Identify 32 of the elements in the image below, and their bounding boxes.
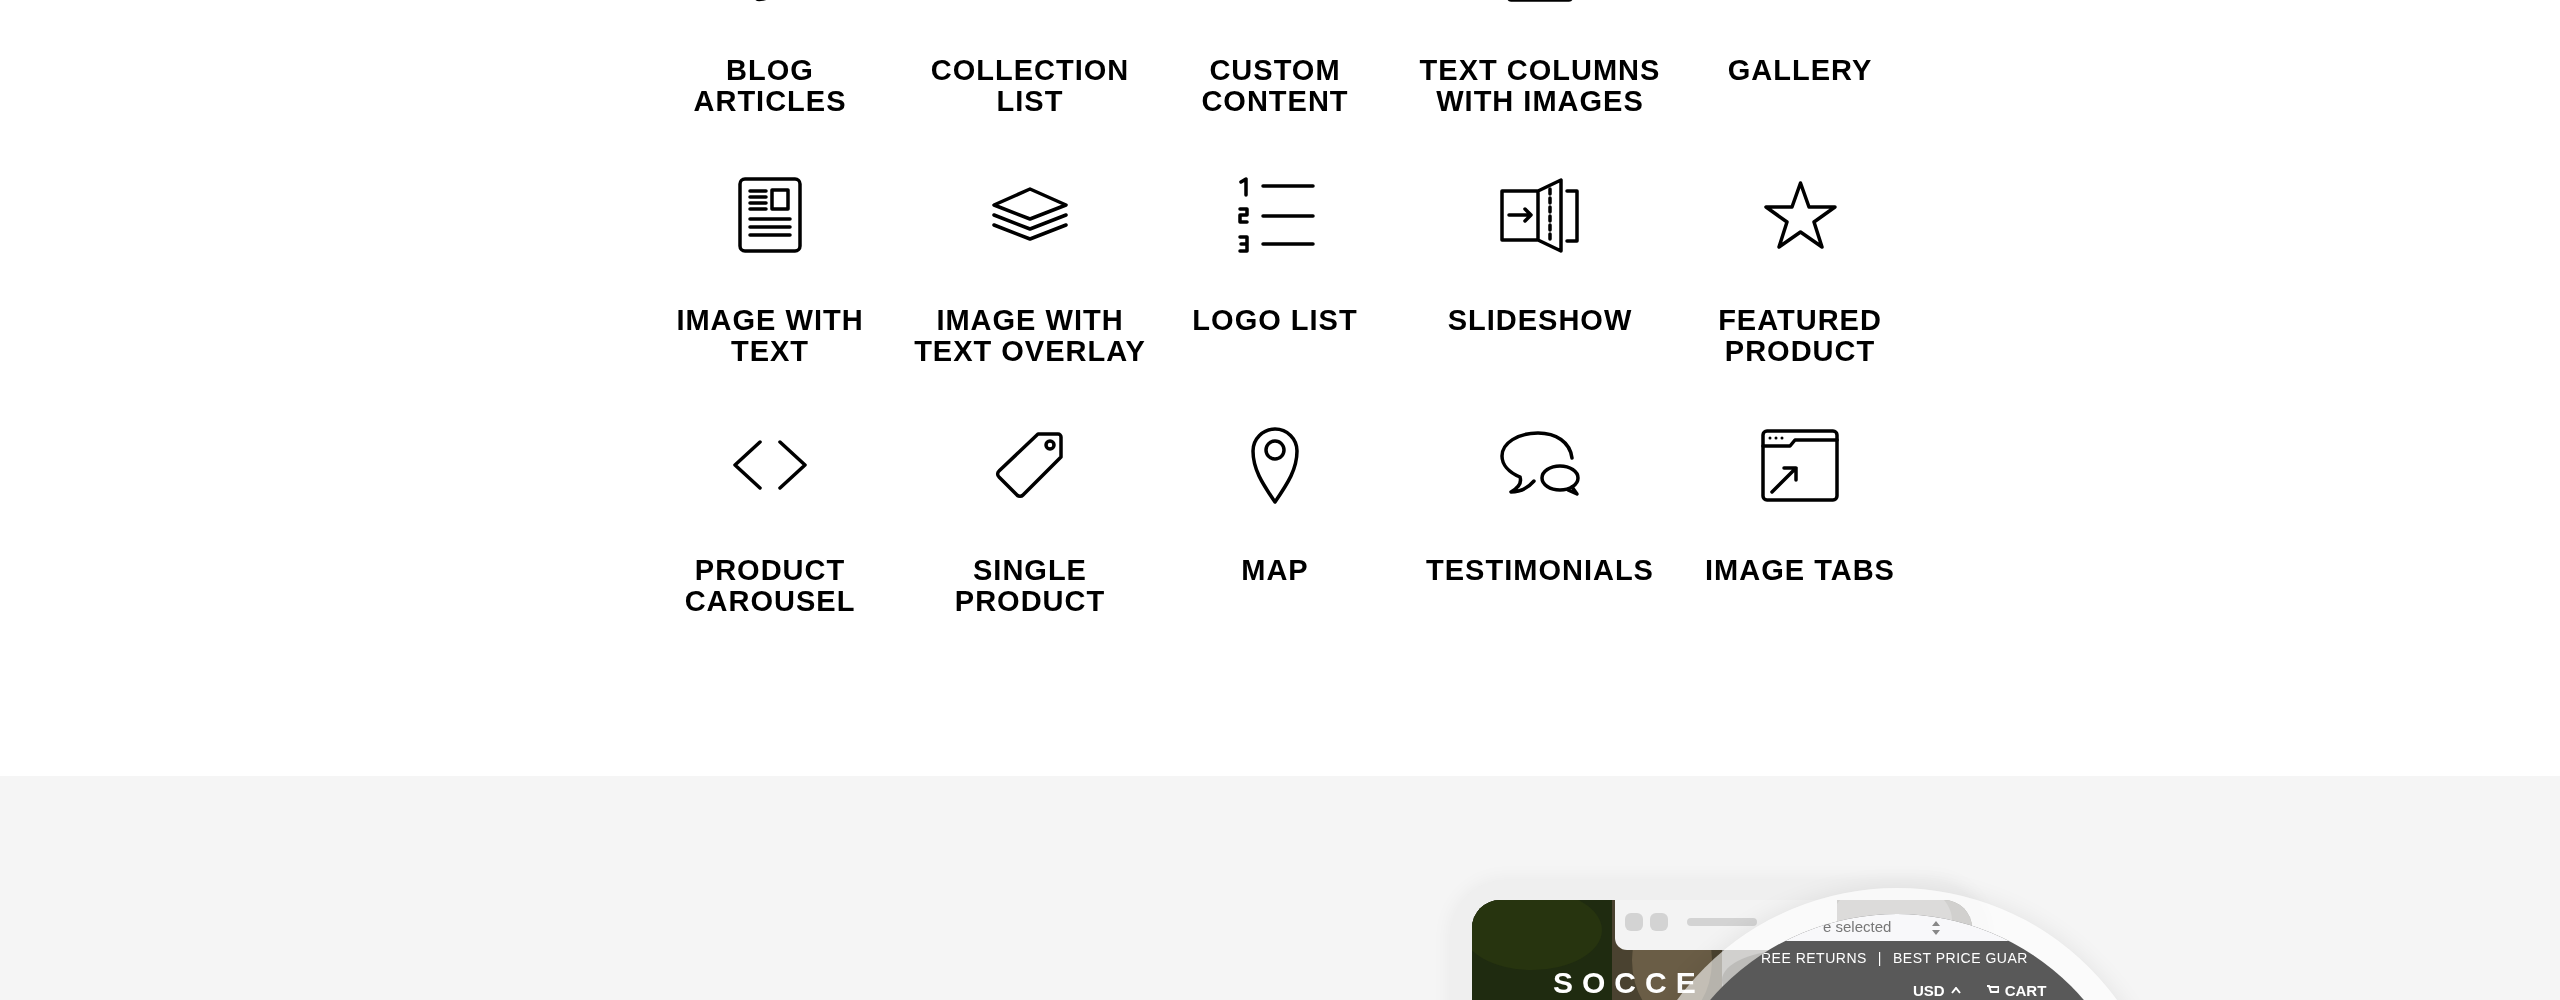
tag-icon xyxy=(994,430,1066,500)
section-label: SLIDESHOW xyxy=(1447,305,1633,336)
section-label: LOGO LIST xyxy=(1192,305,1358,336)
section-label: MAP xyxy=(1241,555,1309,586)
cart-icon xyxy=(1986,985,1999,996)
select-arrows-icon xyxy=(1932,921,1940,935)
section-label: TESTIMONIALS xyxy=(1426,555,1654,586)
newspaper-icon xyxy=(738,177,802,253)
section-label: IMAGE WITH TEXT xyxy=(676,305,864,367)
code-icon xyxy=(730,439,810,491)
section-label: CUSTOM CONTENT xyxy=(1201,55,1349,117)
announcement-text: BEST PRICE GUAR xyxy=(1893,950,2028,966)
section-label: PRODUCT CAROUSEL xyxy=(684,555,856,617)
section-label: FEATURED PRODUCT xyxy=(1718,305,1882,367)
slideshow-icon xyxy=(1499,176,1581,254)
cart-link[interactable]: CART xyxy=(2004,982,2047,999)
announcement-text: REE RETURNS xyxy=(1761,950,1867,966)
browser-window-icon xyxy=(1760,427,1840,503)
star-icon xyxy=(1762,180,1838,250)
section-label: IMAGE TABS xyxy=(1705,555,1895,586)
section-label: SINGLE PRODUCT xyxy=(954,555,1106,617)
section-label: IMAGE WITH TEXT OVERLAY xyxy=(914,305,1146,367)
caret-icon xyxy=(1950,987,1961,994)
section-label: COLLECTION LIST xyxy=(930,55,1130,117)
currency-selector[interactable]: USD xyxy=(1913,982,1945,999)
section-label: GALLERY xyxy=(1727,55,1873,86)
section-label: TEXT COLUMNS WITH IMAGES xyxy=(1419,55,1661,117)
hero-title: SOCCE xyxy=(1553,968,1705,998)
numbered-list-icon xyxy=(1235,176,1315,254)
section-label: BLOG ARTICLES xyxy=(693,55,847,117)
announcement-text: | xyxy=(1877,950,1882,966)
map-pin-icon xyxy=(1250,425,1300,505)
